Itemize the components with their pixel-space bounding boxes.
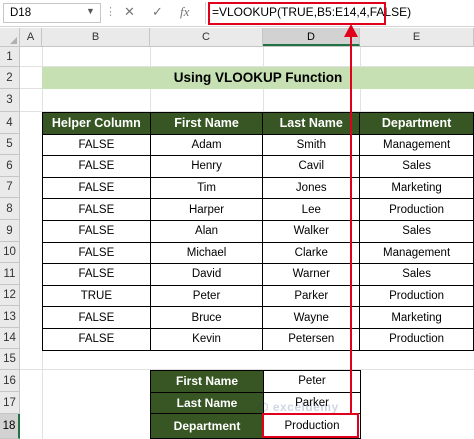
annotation-arrow-icon [344, 24, 358, 414]
